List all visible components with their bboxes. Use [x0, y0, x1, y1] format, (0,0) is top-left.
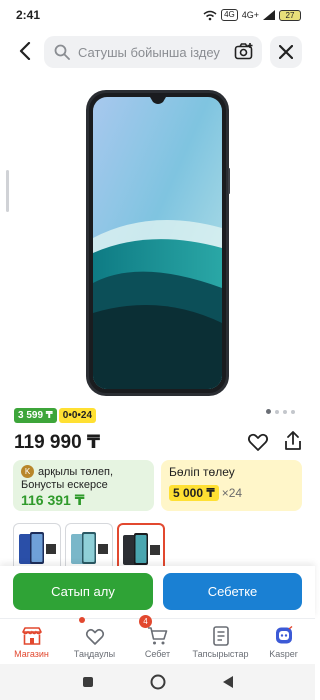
nav-label-store: Магазин — [14, 649, 49, 659]
back-triangle-icon[interactable] — [222, 675, 234, 689]
system-nav-bar — [0, 664, 315, 700]
bonus-line1: арқылы төлеп, — [38, 465, 114, 478]
promo-badges: 3 599 ₸ 0•0•24 — [14, 408, 97, 423]
back-button[interactable] — [10, 36, 40, 66]
carousel-dot[interactable] — [283, 409, 287, 414]
nav-item-favorites[interactable]: Таңдаулы — [63, 617, 126, 664]
store-icon — [21, 627, 42, 645]
battery-icon: 27 — [279, 9, 301, 21]
add-to-cart-button[interactable]: Себетке — [163, 573, 302, 610]
installment-card[interactable]: Бөліп төлеу 5 000 ₸ ×24 — [161, 460, 302, 511]
signal-icon — [263, 10, 275, 20]
nav-label-favorites: Таңдаулы — [73, 649, 116, 659]
status-time: 2:41 — [16, 8, 41, 22]
variant-blue[interactable] — [13, 523, 61, 568]
nav-label-orders: Тапсырыстар — [192, 649, 249, 659]
close-button[interactable] — [270, 36, 302, 68]
camera-search-icon[interactable] — [234, 42, 254, 62]
search-placeholder: Сатушы бойынша іздеу — [78, 44, 220, 60]
carousel-dots[interactable] — [266, 409, 295, 414]
orders-icon — [212, 626, 229, 646]
nav-label-cart: Себет — [144, 649, 171, 659]
favorites-dot — [79, 617, 85, 623]
product-price: 119 990 ₸ — [14, 432, 101, 453]
action-bar: Сатып алу Себетке — [0, 566, 315, 618]
status-bar: 2:41 4G 4G+ 27 — [0, 0, 315, 30]
volte-icon: 4G — [221, 9, 238, 21]
nav-item-store[interactable]: Магазин — [0, 619, 63, 664]
network-label: 4G+ — [241, 10, 259, 20]
carousel-dot[interactable] — [266, 409, 271, 414]
color-variants — [13, 523, 165, 568]
nav-item-cart[interactable]: 4 Себет — [126, 615, 189, 664]
bonus-card[interactable]: K арқылы төлеп, Бонусты ескерсе 116 391 … — [13, 460, 154, 511]
chevron-left-icon — [19, 42, 31, 60]
close-icon — [279, 45, 293, 59]
search-input[interactable]: Сатушы бойынша іздеу — [44, 36, 262, 68]
bonus-price: 116 391 ₸ — [21, 492, 85, 508]
favorite-heart-icon[interactable] — [246, 430, 270, 454]
installment-multiplier: ×24 — [221, 486, 243, 500]
share-icon[interactable] — [281, 429, 305, 453]
wifi-icon — [203, 10, 217, 20]
installment-amount: 5 000 ₸ — [169, 485, 219, 501]
installment-title: Бөліп төлеу — [169, 465, 235, 479]
variant-black-thumbnail — [123, 533, 160, 565]
product-image[interactable] — [0, 78, 315, 400]
kasper-icon — [275, 626, 292, 644]
carousel-dot[interactable] — [275, 409, 279, 414]
nav-label-kasper: Kasper — [269, 649, 298, 659]
variant-teal-thumbnail — [71, 532, 108, 564]
bonus-line2: Бонусты ескерсе — [21, 479, 108, 491]
cart-count-badge: 4 — [139, 615, 152, 628]
variant-black[interactable] — [117, 523, 165, 568]
buy-button[interactable]: Сатып алу — [13, 573, 153, 610]
heart-icon — [85, 628, 104, 645]
search-icon — [54, 44, 70, 60]
carousel-dot[interactable] — [291, 409, 295, 414]
variant-blue-thumbnail — [19, 532, 56, 564]
bottom-nav: Магазин Таңдаулы 4 Себет Тапсырыстар Kas… — [0, 615, 315, 664]
kaspi-logo-icon: K — [21, 465, 34, 478]
cart-icon — [147, 627, 167, 645]
phone-image — [86, 90, 230, 396]
installment-badge: 0•0•24 — [58, 408, 97, 423]
variant-teal[interactable] — [65, 523, 113, 568]
image-scroll-indicator — [6, 170, 9, 212]
search-header: Сатушы бойынша іздеу — [0, 34, 315, 70]
credit-badge: 3 599 ₸ — [14, 408, 57, 423]
nav-item-orders[interactable]: Тапсырыстар — [189, 619, 252, 664]
home-icon[interactable] — [150, 674, 166, 690]
status-icons: 4G 4G+ 27 — [203, 9, 301, 21]
recent-apps-icon[interactable] — [82, 676, 94, 688]
nav-item-kasper[interactable]: Kasper — [252, 619, 315, 664]
